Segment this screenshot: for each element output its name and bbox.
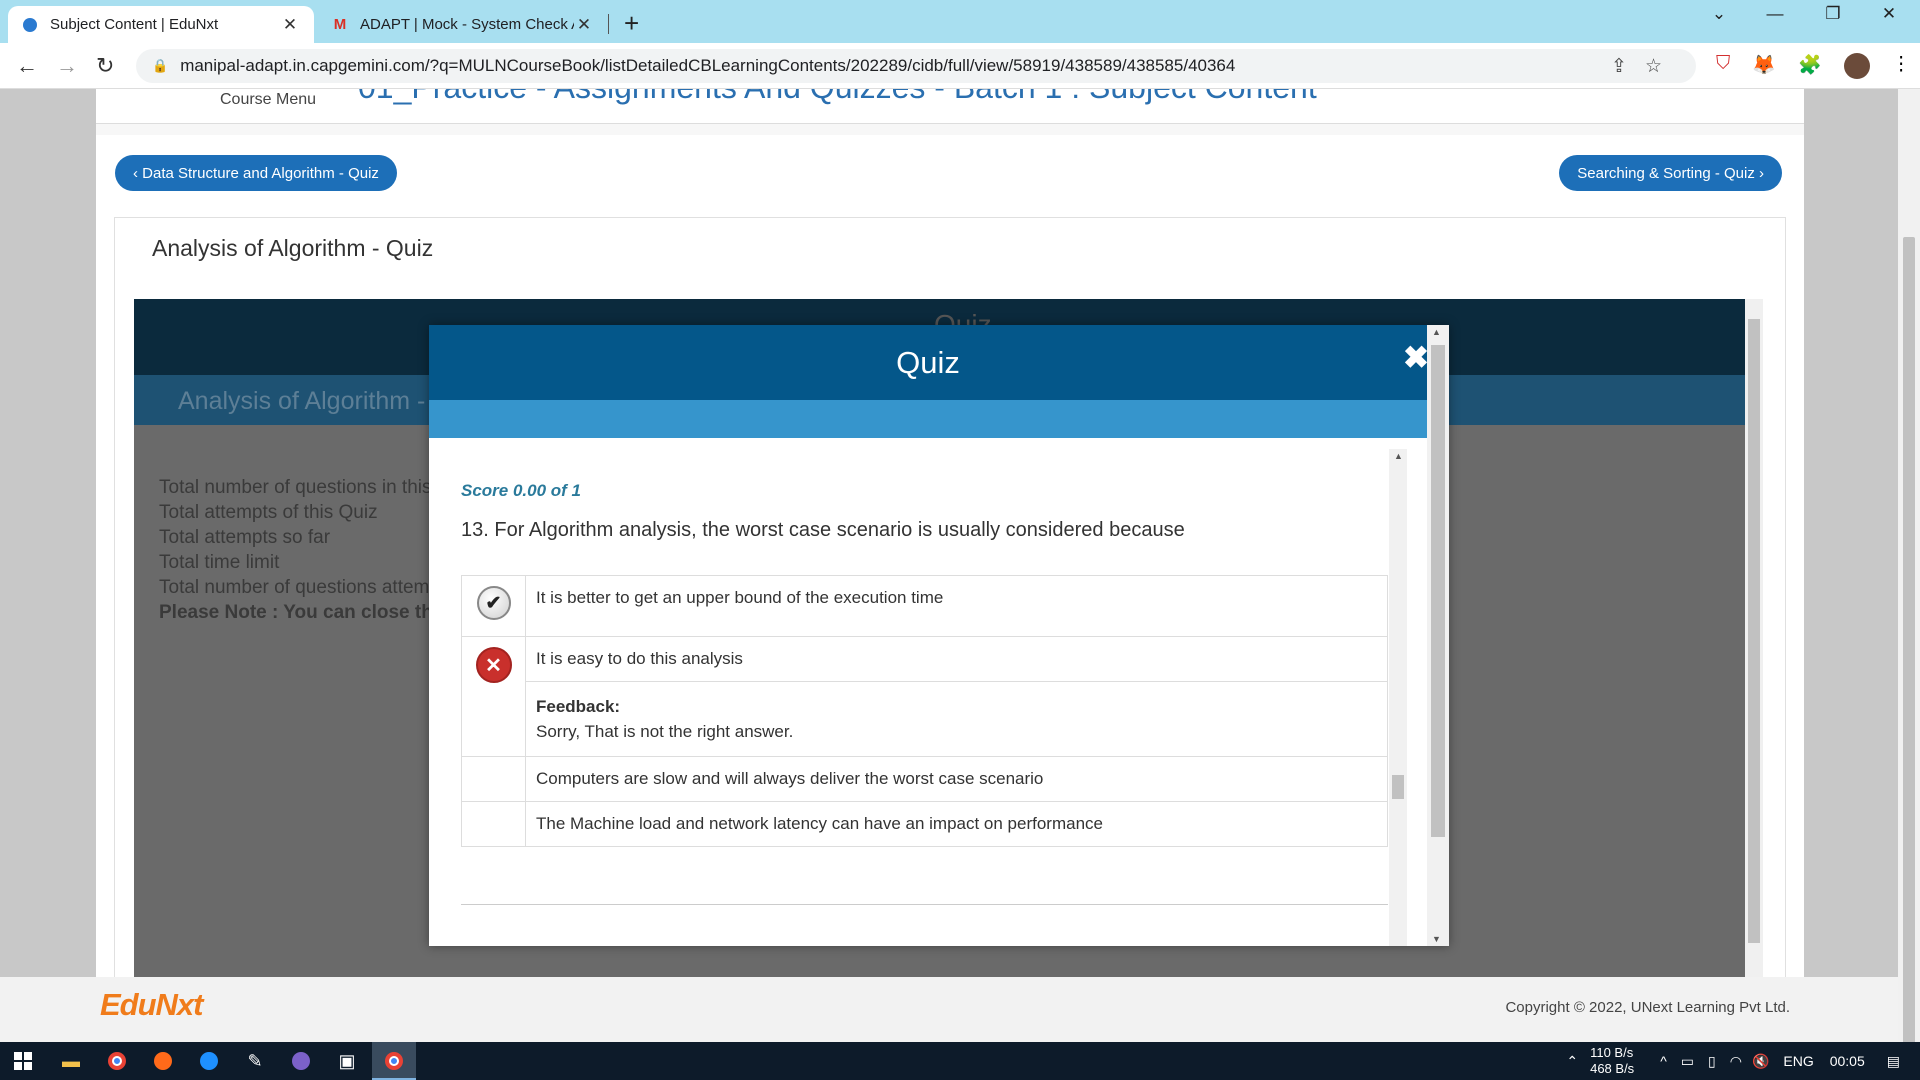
battery-icon[interactable]: ▭ [1681, 1053, 1694, 1070]
score-text: Score 0.00 of 1 [461, 481, 582, 500]
option-row: ✔ It is better to get an upper bound of … [462, 576, 1387, 637]
app-icon[interactable] [288, 1048, 314, 1074]
extension-shield-icon[interactable]: ⛉ [1716, 53, 1730, 79]
clock[interactable]: 00:05 [1830, 1053, 1865, 1069]
info-line: Total number of questions in this [159, 477, 432, 498]
modal-outer-scrollbar[interactable]: ▲ ▼ [1427, 325, 1449, 946]
option-text: The Machine load and network latency can… [536, 814, 1103, 833]
page-scrollbar[interactable] [1898, 89, 1920, 1042]
edunxt-logo: EduNxt [100, 987, 203, 1022]
chrome-active-icon[interactable] [381, 1048, 407, 1074]
options-table: ✔ It is better to get an upper bound of … [461, 575, 1388, 847]
tab-subject-content[interactable]: Subject Content | EduNxt ✕ [8, 6, 314, 43]
gmail-icon: M [333, 16, 347, 33]
tab-title: ADAPT | Mock - System Check As [360, 16, 574, 33]
feedback-text: Sorry, That is not the right answer. [536, 722, 794, 741]
option-text: Computers are slow and will always deliv… [536, 769, 1044, 788]
forward-icon[interactable]: → [56, 53, 78, 79]
tab-separator [608, 14, 609, 34]
info-line: Total number of questions attemp [159, 577, 440, 598]
url-bar[interactable]: 🔒 manipal-adapt.in.capgemini.com/?q=MULN… [136, 49, 1696, 83]
extensions-puzzle-icon[interactable]: 🧩 [1798, 53, 1822, 79]
next-quiz-button[interactable]: Searching & Sorting - Quiz › [1559, 155, 1782, 191]
extension-icon[interactable]: 🦊 [1752, 53, 1776, 79]
scroll-down-icon[interactable]: ▼ [1432, 934, 1441, 944]
info-line: Total attempts of this Quiz [159, 502, 378, 523]
net-down: 468 B/s [1590, 1061, 1635, 1076]
quiz-info: Total number of questions in this Total … [159, 475, 440, 625]
reload-icon[interactable]: ↻ [96, 53, 114, 79]
copyright-text: Copyright © 2022, UNext Learning Pvt Ltd… [1505, 999, 1790, 1016]
prev-quiz-button[interactable]: ‹ Data Structure and Algorithm - Quiz [115, 155, 397, 191]
net-up: 110 B/s [1590, 1045, 1634, 1060]
course-header: 01_Practice - Assignments And Quizzes - … [96, 89, 1804, 124]
scroll-up-icon[interactable]: ▲ [1432, 327, 1441, 337]
share-icon[interactable]: ⇪ [1611, 56, 1645, 77]
close-window-icon[interactable]: ✕ [1866, 4, 1912, 24]
app-icon[interactable]: ✎ [242, 1048, 268, 1074]
tab-search-chevron-icon[interactable]: ⌄ [1696, 4, 1742, 24]
option-row: ✕ It is easy to do this analysis Feedbac… [462, 637, 1387, 757]
url-text: manipal-adapt.in.capgemini.com/?q=MULNCo… [180, 56, 1236, 75]
wrong-x-icon: ✕ [475, 647, 512, 683]
network-speed: 110 B/s 468 B/s [1590, 1045, 1634, 1077]
option-text: It is easy to do this analysis [536, 649, 743, 668]
windows-taskbar: ▬ ✎ ▣ ⌃ 110 B/s 468 B/s ^ ▭ ▯ ◠ 🔇 ENG 00… [0, 1042, 1920, 1080]
tab-title: Subject Content | EduNxt [50, 16, 219, 33]
language-indicator[interactable]: ENG [1783, 1053, 1813, 1069]
browser-menu-icon[interactable]: ⋮ [1892, 53, 1911, 79]
quiz-modal: Quiz ✖ Score 0.00 of 1 13. For Algorithm… [429, 325, 1449, 946]
address-toolbar: ← → ↻ 🔒 manipal-adapt.in.capgemini.com/?… [0, 43, 1920, 89]
modal-title: Quiz [429, 325, 1427, 400]
windows-start-icon[interactable] [10, 1048, 36, 1074]
edunxt-favicon-icon [22, 17, 38, 33]
info-line: Total attempts so far [159, 527, 331, 548]
notifications-icon[interactable]: ▤ [1887, 1053, 1900, 1070]
course-menu-link[interactable]: Course Menu [220, 91, 316, 109]
tab-adapt-mock[interactable]: M ADAPT | Mock - System Check As ✕ [318, 6, 608, 43]
minimize-icon[interactable]: — [1752, 4, 1798, 24]
modal-inner-scrollbar[interactable]: ▲ [1389, 449, 1407, 946]
lock-icon[interactable]: 🔒 [152, 58, 168, 74]
scroll-up-icon[interactable]: ▲ [1394, 451, 1403, 461]
feedback: Feedback: Sorry, That is not the right a… [526, 681, 1387, 756]
close-tab-icon[interactable]: ✕ [280, 15, 300, 35]
frame-scrollbar[interactable] [1745, 299, 1763, 1042]
chevron-up-icon[interactable]: ⌃ [1566, 1053, 1578, 1070]
page-title: 01_Practice - Assignments And Quizzes - … [358, 89, 1317, 106]
option-text: It is better to get an upper bound of th… [536, 588, 944, 607]
new-tab-icon[interactable]: + [624, 8, 639, 39]
close-tab-icon[interactable]: ✕ [574, 15, 594, 35]
option-row: The Machine load and network latency can… [462, 802, 1387, 846]
profile-avatar[interactable] [1843, 53, 1870, 79]
bookmark-star-icon[interactable]: ☆ [1645, 56, 1680, 77]
info-line: Total time limit [159, 552, 280, 573]
tablet-icon[interactable]: ▯ [1708, 1053, 1716, 1070]
app-icon[interactable]: ▣ [334, 1048, 360, 1074]
volume-muted-icon[interactable]: 🔇 [1752, 1053, 1769, 1070]
modal-band [429, 400, 1427, 438]
close-icon[interactable]: ✖ [1403, 340, 1429, 376]
correct-check-icon: ✔ [476, 586, 511, 620]
chrome-icon[interactable] [104, 1048, 130, 1074]
wifi-icon[interactable]: ◠ [1730, 1053, 1742, 1070]
feedback-label: Feedback: [536, 697, 621, 716]
content-title: Analysis of Algorithm - Quiz [152, 235, 434, 261]
back-icon[interactable]: ← [16, 53, 38, 79]
restore-icon[interactable]: ❐ [1810, 4, 1856, 24]
file-explorer-icon[interactable]: ▬ [58, 1048, 84, 1074]
system-tray: ⌃ 110 B/s 468 B/s ^ ▭ ▯ ◠ 🔇 ENG 00:05 ▤ [1566, 1042, 1920, 1080]
question-text: 13. For Algorithm analysis, the worst ca… [461, 519, 1185, 541]
page-footer: EduNxt Copyright © 2022, UNext Learning … [0, 977, 1898, 1042]
info-note: Please Note : You can close th [159, 602, 433, 623]
app-icon[interactable] [196, 1048, 222, 1074]
app-icon[interactable] [150, 1048, 176, 1074]
tray-overflow-icon[interactable]: ^ [1660, 1053, 1667, 1069]
browser-tab-bar: Subject Content | EduNxt ✕ M ADAPT | Moc… [0, 0, 1920, 43]
option-row: Computers are slow and will always deliv… [462, 757, 1387, 802]
